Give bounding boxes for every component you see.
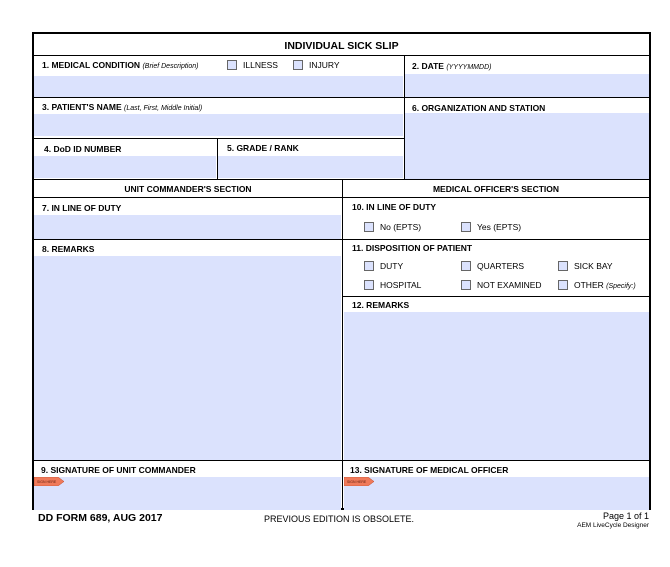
unit-commander-signature-field[interactable] — [34, 477, 341, 510]
sign-here-text: SIGN HERE — [37, 480, 57, 484]
divider — [34, 460, 649, 461]
divider — [34, 138, 404, 139]
medical-condition-label: 1. MEDICAL CONDITION (Brief Description) — [42, 60, 199, 70]
sick-slip-form: INDIVIDUAL SICK SLIP 1. MEDICAL CONDITIO… — [32, 32, 651, 510]
medical-remarks-label: 12. REMARKS — [352, 300, 410, 310]
designer-credit: AEM LiveCycle Designer — [577, 522, 649, 529]
divider — [343, 239, 649, 240]
form-number: DD FORM 689, AUG 2017 — [38, 512, 163, 524]
grade-rank-label: 5. GRADE / RANK — [227, 143, 299, 153]
not-examined-label: NOT EXAMINED — [477, 280, 542, 290]
remarks-label: 8. REMARKS — [42, 244, 95, 254]
medical-officer-signature-label: 13. SIGNATURE OF MEDICAL OFFICER — [350, 465, 509, 475]
no-epts-checkbox[interactable] — [364, 222, 374, 232]
disposition-label: 11. DISPOSITION OF PATIENT — [352, 243, 473, 253]
date-field[interactable] — [405, 74, 649, 97]
dod-id-label: 4. DoD ID NUMBER — [44, 144, 122, 154]
hospital-checkbox[interactable] — [364, 280, 374, 290]
divider — [34, 55, 649, 56]
duty-label: DUTY — [380, 261, 404, 271]
medical-officer-signature-field[interactable] — [344, 477, 649, 510]
form-title: INDIVIDUAL SICK SLIP — [284, 40, 399, 52]
quarters-checkbox[interactable] — [461, 261, 471, 271]
sign-here-tag-icon[interactable]: SIGN HERE — [34, 477, 64, 486]
medical-officer-section-header: MEDICAL OFFICER'S SECTION — [432, 184, 560, 194]
medical-condition-field[interactable] — [34, 76, 403, 97]
illness-checkbox[interactable] — [227, 60, 237, 70]
injury-checkbox[interactable] — [293, 60, 303, 70]
divider — [34, 197, 649, 198]
other-checkbox[interactable] — [558, 280, 568, 290]
quarters-label: QUARTERS — [477, 261, 525, 271]
injury-label: INJURY — [309, 60, 340, 70]
hospital-label: HOSPITAL — [380, 280, 422, 290]
unit-commander-section-header: UNIT COMMANDER'S SECTION — [124, 184, 252, 194]
line-of-duty-medical-label: 10. IN LINE OF DUTY — [352, 202, 437, 212]
other-label: OTHER (Specify:) — [574, 280, 636, 290]
dod-id-field[interactable] — [34, 156, 216, 178]
unit-commander-signature-label: 9. SIGNATURE OF UNIT COMMANDER — [41, 465, 196, 475]
divider — [34, 239, 342, 240]
yes-epts-label: Yes (EPTS) — [477, 222, 522, 232]
not-examined-checkbox[interactable] — [461, 280, 471, 290]
grade-rank-field[interactable] — [218, 156, 403, 178]
remarks-field[interactable] — [34, 256, 341, 460]
divider — [343, 296, 649, 297]
date-label: 2. DATE (YYYYMMDD) — [412, 61, 492, 71]
duty-checkbox[interactable] — [364, 261, 374, 271]
organization-label: 6. ORGANIZATION AND STATION — [412, 103, 546, 113]
line-of-duty-label: 7. IN LINE OF DUTY — [42, 203, 122, 213]
illness-label: ILLNESS — [243, 60, 278, 70]
edition-notice: PREVIOUS EDITION IS OBSOLETE. — [264, 514, 415, 524]
sign-here-text: SIGN HERE — [347, 480, 367, 484]
no-epts-label: No (EPTS) — [380, 222, 422, 232]
sick-bay-label: SICK BAY — [574, 261, 613, 271]
organization-field[interactable] — [405, 113, 649, 179]
line-of-duty-field[interactable] — [34, 215, 341, 239]
sick-bay-checkbox[interactable] — [558, 261, 568, 271]
divider — [34, 97, 649, 98]
medical-remarks-field[interactable] — [344, 312, 649, 460]
patient-name-label: 3. PATIENT'S NAME (Last, First, Middle I… — [42, 102, 203, 112]
yes-epts-checkbox[interactable] — [461, 222, 471, 232]
patient-name-field[interactable] — [34, 114, 403, 136]
page-number: Page 1 of 1 — [602, 511, 649, 521]
sign-here-tag-icon[interactable]: SIGN HERE — [344, 477, 374, 486]
